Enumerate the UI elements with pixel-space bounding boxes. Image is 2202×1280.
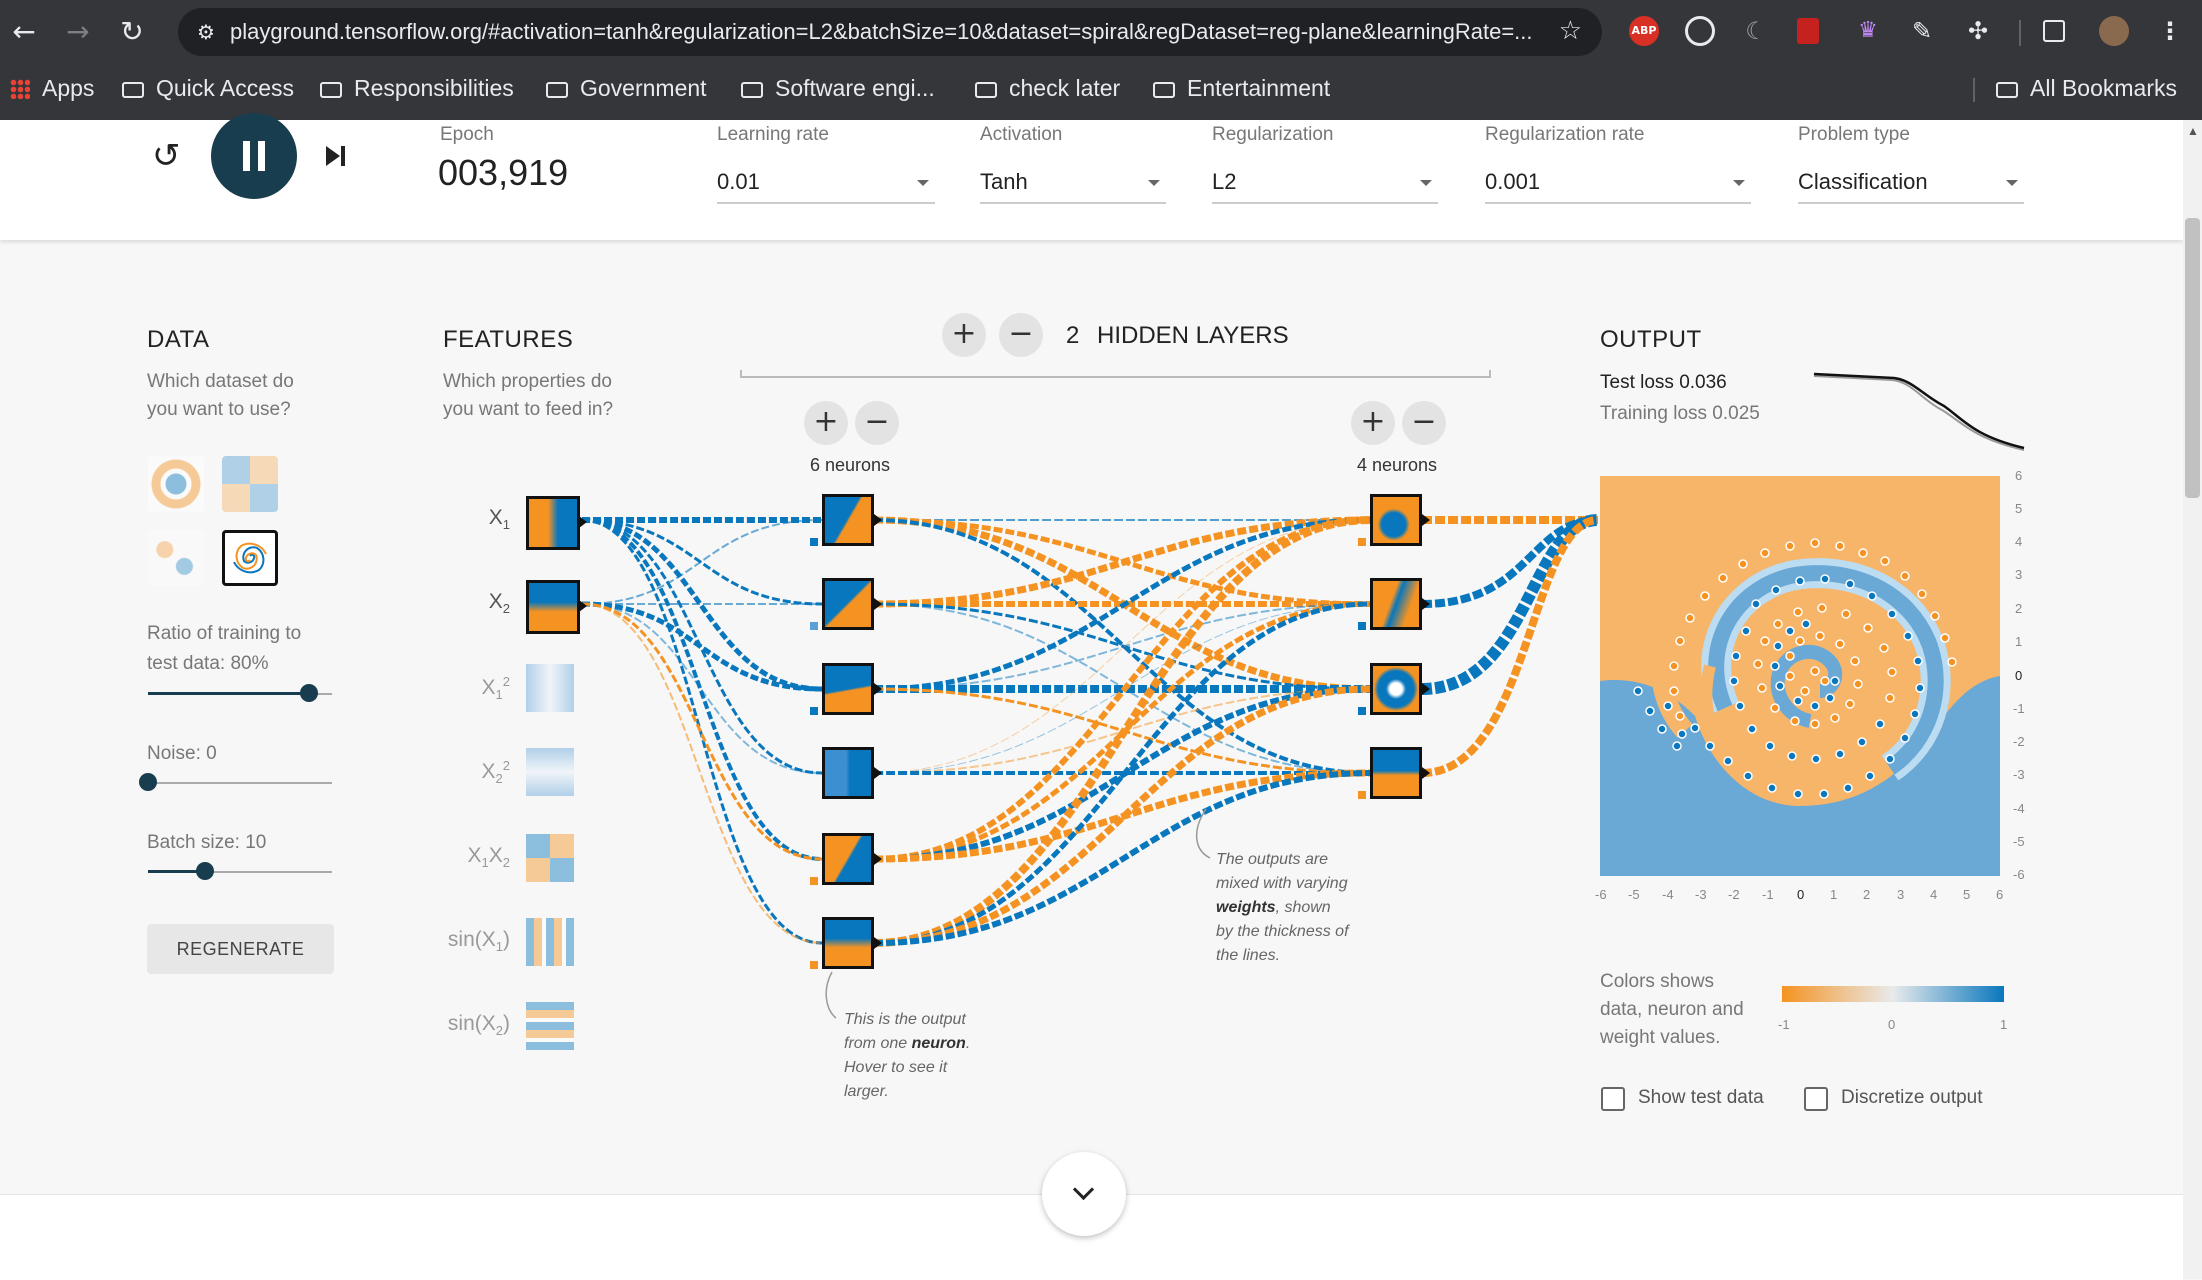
weights-annotation: The outputs are mixed with varying weigh… [1216,851,1349,964]
layer2-neuron-1[interactable] [1370,494,1422,546]
remove-layer-button[interactable]: − [999,313,1043,357]
layer1-neuron-2-bias[interactable] [810,622,818,630]
layer1-remove-neuron-button[interactable]: − [855,401,899,445]
layer2-neuron-1-bias[interactable] [1358,538,1366,546]
layer1-neuron-3[interactable] [822,663,874,715]
output-title: OUTPUT [1600,326,1702,353]
input-to-layer1-links [581,517,823,945]
layer2-neuron-4[interactable] [1370,747,1422,799]
training-loss: Training loss 0.025 [1600,403,1760,424]
layer1-neuron-1[interactable] [822,494,874,546]
feature-x1x2-box[interactable] [526,834,574,882]
layer2-neuron-3[interactable] [1370,663,1422,715]
legend-min: -1 [1778,1017,1790,1032]
color-legend-text-2: data, neuron and [1600,999,1744,1020]
layer2-add-neuron-button[interactable]: + [1351,401,1395,445]
layer1-neuron-4[interactable] [822,747,874,799]
feature-x2-box[interactable] [526,580,580,634]
hidden-layers-count: 2 [1066,322,1080,349]
feature-sin-x1-box[interactable] [526,918,574,966]
discretize-output-checkbox[interactable] [1804,1087,1828,1111]
chevron-down-icon [1072,1178,1095,1201]
feature-x1-squared-box[interactable] [526,664,574,712]
layer2-neuron-4-bias[interactable] [1358,791,1366,799]
layer1-neuron-5-bias[interactable] [810,877,818,885]
loss-curve [1813,372,2025,451]
layer1-neuron-count: 6 neurons [810,455,891,475]
hidden-layers-label: HIDDEN LAYERS [1097,322,1289,349]
layer1-neuron-6-bias[interactable] [810,961,818,969]
color-legend-text-3: weight values. [1600,1027,1721,1048]
show-test-data-label[interactable]: Show test data [1638,1087,1764,1109]
feature-x2-squared-box[interactable] [526,748,574,796]
test-loss: Test loss 0.036 [1600,372,1727,393]
layer1-neuron-1-bias[interactable] [810,538,818,546]
annotation-arrow-neuron [825,971,837,1019]
layer1-neuron-5[interactable] [822,833,874,885]
layer2-neuron-3-bias[interactable] [1358,707,1366,715]
output-heatmap [1600,476,2000,876]
layer2-to-output-links [1421,514,1599,777]
layer2-neuron-count: 4 neurons [1357,455,1438,475]
feature-x1-box[interactable] [526,496,580,550]
add-layer-button[interactable]: + [942,313,986,357]
legend-mid: 0 [1888,1017,1896,1032]
neuron-annotation: This is the output from one neuron. Hove… [844,1011,971,1100]
color-legend-text-1: Colors shows [1600,971,1715,992]
layer1-neuron-3-bias[interactable] [810,707,818,715]
layer2-neuron-2[interactable] [1370,578,1422,630]
layer1-add-neuron-button[interactable]: + [804,401,848,445]
show-test-data-checkbox[interactable] [1601,1087,1625,1111]
discretize-output-label[interactable]: Discretize output [1841,1087,1983,1109]
layer1-neuron-2[interactable] [822,578,874,630]
legend-max: 1 [2000,1017,2008,1032]
scroll-down-button[interactable] [1042,1152,1126,1236]
feature-sin-x2-box[interactable] [526,1002,574,1050]
color-legend-bar [1782,986,2004,1002]
layer2-neuron-2-bias[interactable] [1358,622,1366,630]
layer2-remove-neuron-button[interactable]: − [1402,401,1446,445]
layer1-neuron-6[interactable] [822,917,874,969]
